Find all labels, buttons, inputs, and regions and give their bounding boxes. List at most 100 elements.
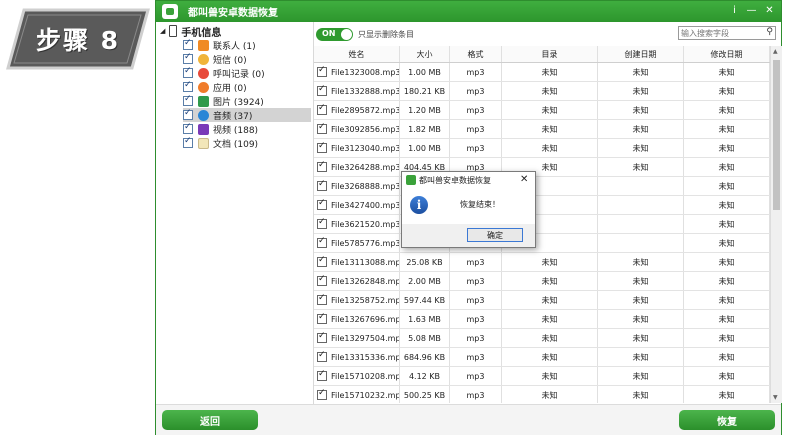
row-checkbox[interactable] (317, 369, 327, 381)
row-checkbox[interactable] (317, 179, 327, 191)
file-directory-cell-text: 未知 (541, 295, 558, 305)
table-row[interactable]: File15710208.mp3 4.12 KB mp3 未知 未知 未知 (314, 367, 770, 386)
search-icon[interactable]: ⚲ (766, 27, 773, 37)
row-checkbox[interactable] (317, 388, 327, 400)
documents-icon (198, 137, 209, 149)
tree-item-pictures[interactable]: 图片 (3924) (183, 94, 311, 108)
row-checkbox[interactable] (317, 65, 327, 77)
close-button[interactable]: ✕ (763, 4, 776, 17)
table-row[interactable]: File13315336.mp3684.96 KB mp3 未知 未知 未知 (314, 348, 770, 367)
only-deleted-toggle[interactable]: ON (316, 28, 353, 41)
tree-item-label: 音频 (37) (213, 111, 253, 122)
file-size-cell: 1.20 MB (400, 101, 450, 119)
table-row[interactable]: File13258752.mp3597.44 KB mp3 未知 未知 未知 (314, 291, 770, 310)
row-checkbox[interactable] (317, 331, 327, 343)
tree-item-documents[interactable]: 文档 (109) (183, 136, 311, 150)
file-created-cell-text: 未知 (632, 105, 649, 115)
file-modified-cell-text: 未知 (718, 295, 735, 305)
row-checkbox[interactable] (317, 274, 327, 286)
back-button[interactable]: 返回 (162, 410, 258, 430)
row-checkbox[interactable] (317, 84, 327, 96)
file-name-cell-text: File3427400.mp3 (331, 200, 400, 210)
file-name-cell: File13267696.mp3 (314, 310, 400, 328)
table-row[interactable]: File1323008.mp3 1.00 MB mp3 未知 未知 未知 (314, 63, 770, 82)
row-checkbox[interactable] (317, 217, 327, 229)
search-input[interactable] (679, 27, 761, 39)
info-icon[interactable]: i (728, 4, 741, 17)
checkbox[interactable] (183, 122, 193, 134)
pictures-icon (198, 95, 209, 107)
vertical-scrollbar[interactable]: ▲ ▼ (770, 46, 782, 403)
row-checkbox[interactable] (317, 198, 327, 210)
table-row[interactable]: File2895872.mp3 1.20 MB mp3 未知 未知 未知 (314, 101, 770, 120)
row-checkbox[interactable] (317, 122, 327, 134)
row-checkbox[interactable] (317, 103, 327, 115)
table-row[interactable]: File3427400.mp3 未知 (314, 196, 770, 215)
table-row[interactable]: File3092856.mp3 1.82 MB mp3 未知 未知 未知 (314, 120, 770, 139)
table-row[interactable]: File3621520.mp3 未知 (314, 215, 770, 234)
row-checkbox[interactable] (317, 236, 327, 248)
tree-item-label: 视频 (188) (213, 125, 259, 136)
dialog-close-button[interactable]: ✕ (520, 174, 528, 185)
column-header-format[interactable]: 格式 (450, 46, 502, 62)
column-header-created[interactable]: 创建日期 (598, 46, 684, 62)
row-checkbox[interactable] (317, 255, 327, 267)
recover-button[interactable]: 恢复 (679, 410, 775, 430)
table-row[interactable]: File1332888.mp3180.21 KB mp3 未知 未知 未知 (314, 82, 770, 101)
table-row[interactable]: File3268888.mp3 未知 (314, 177, 770, 196)
title-bar: 都叫兽安卓数据恢复 i — ✕ (156, 1, 781, 22)
table-row[interactable]: File13113088.mp3 25.08 KB mp3 未知 未知 未知 (314, 253, 770, 272)
dialog-body: i 恢复结束！ 确定 (402, 188, 535, 247)
column-header-modified[interactable]: 修改日期 (684, 46, 770, 62)
scroll-thumb[interactable] (773, 60, 780, 210)
checkbox[interactable] (183, 52, 193, 64)
tree-item-contacts[interactable]: 联系人 (1) (183, 38, 311, 52)
checkbox[interactable] (183, 38, 193, 50)
checkbox[interactable] (183, 108, 193, 120)
table-row[interactable]: File13267696.mp3 1.63 MB mp3 未知 未知 未知 (314, 310, 770, 329)
tree-item-call-log[interactable]: 呼叫记录 (0) (183, 66, 311, 80)
table-row[interactable]: File3123040.mp3 1.00 MB mp3 未知 未知 未知 (314, 139, 770, 158)
file-format-cell: mp3 (450, 63, 502, 81)
file-modified-cell: 未知 (684, 272, 770, 290)
table-row[interactable]: File3264288.mp3404.45 KBmp3未知未知未知 (314, 158, 770, 177)
collapse-arrow-icon[interactable]: ◢ (160, 27, 165, 35)
file-name-cell: File3092856.mp3 (314, 120, 400, 138)
recovery-complete-dialog: 都叫兽安卓数据恢复 ✕ i 恢复结束！ 确定 (401, 171, 536, 248)
checkbox[interactable] (183, 136, 193, 148)
file-name-cell-text: File15710232.mp3 (331, 390, 400, 400)
file-size-cell: 1.82 MB (400, 120, 450, 138)
checkbox[interactable] (183, 80, 193, 92)
tree-root-phone-info[interactable]: ◢ 手机信息 (160, 24, 221, 39)
minimize-button[interactable]: — (745, 4, 758, 17)
row-checkbox[interactable] (317, 350, 327, 362)
file-format-cell: mp3 (450, 367, 502, 385)
scroll-down-arrow-icon[interactable]: ▼ (773, 394, 778, 401)
row-checkbox[interactable] (317, 141, 327, 153)
file-name-cell-text: File2895872.mp3 (331, 105, 400, 115)
tree-item-video[interactable]: 视频 (188) (183, 122, 311, 136)
tree-item-sms[interactable]: 短信 (0) (183, 52, 311, 66)
row-checkbox[interactable] (317, 160, 327, 172)
column-header-name[interactable]: 姓名 (314, 46, 400, 62)
tree-item-audio[interactable]: 音频 (37) (183, 108, 311, 122)
table-row[interactable]: File13262848.mp3 2.00 MB mp3 未知 未知 未知 (314, 272, 770, 291)
checkbox[interactable] (183, 94, 193, 106)
search-box[interactable]: ⚲ (678, 26, 776, 40)
file-created-cell: 未知 (598, 253, 684, 271)
column-header-directory[interactable]: 目录 (502, 46, 598, 62)
column-header-size[interactable]: 大小 (400, 46, 450, 62)
ok-button[interactable]: 确定 (467, 228, 523, 242)
table-row[interactable]: File5785776.mp3 未知 (314, 234, 770, 253)
row-checkbox[interactable] (317, 293, 327, 305)
row-checkbox[interactable] (317, 312, 327, 324)
table-row[interactable]: File15710232.mp3500.25 KB mp3 未知 未知 未知 (314, 386, 770, 403)
file-directory-cell-text: 未知 (541, 124, 558, 134)
file-name-cell: File15710208.mp3 (314, 367, 400, 385)
bottom-bar: 返回 恢复 (156, 404, 781, 435)
tree-item-apps[interactable]: 应用 (0) (183, 80, 311, 94)
scroll-up-arrow-icon[interactable]: ▲ (773, 48, 778, 55)
checkbox[interactable] (183, 66, 193, 78)
table-row[interactable]: File13297504.mp3 5.08 MB mp3 未知 未知 未知 (314, 329, 770, 348)
file-created-cell (598, 215, 684, 233)
